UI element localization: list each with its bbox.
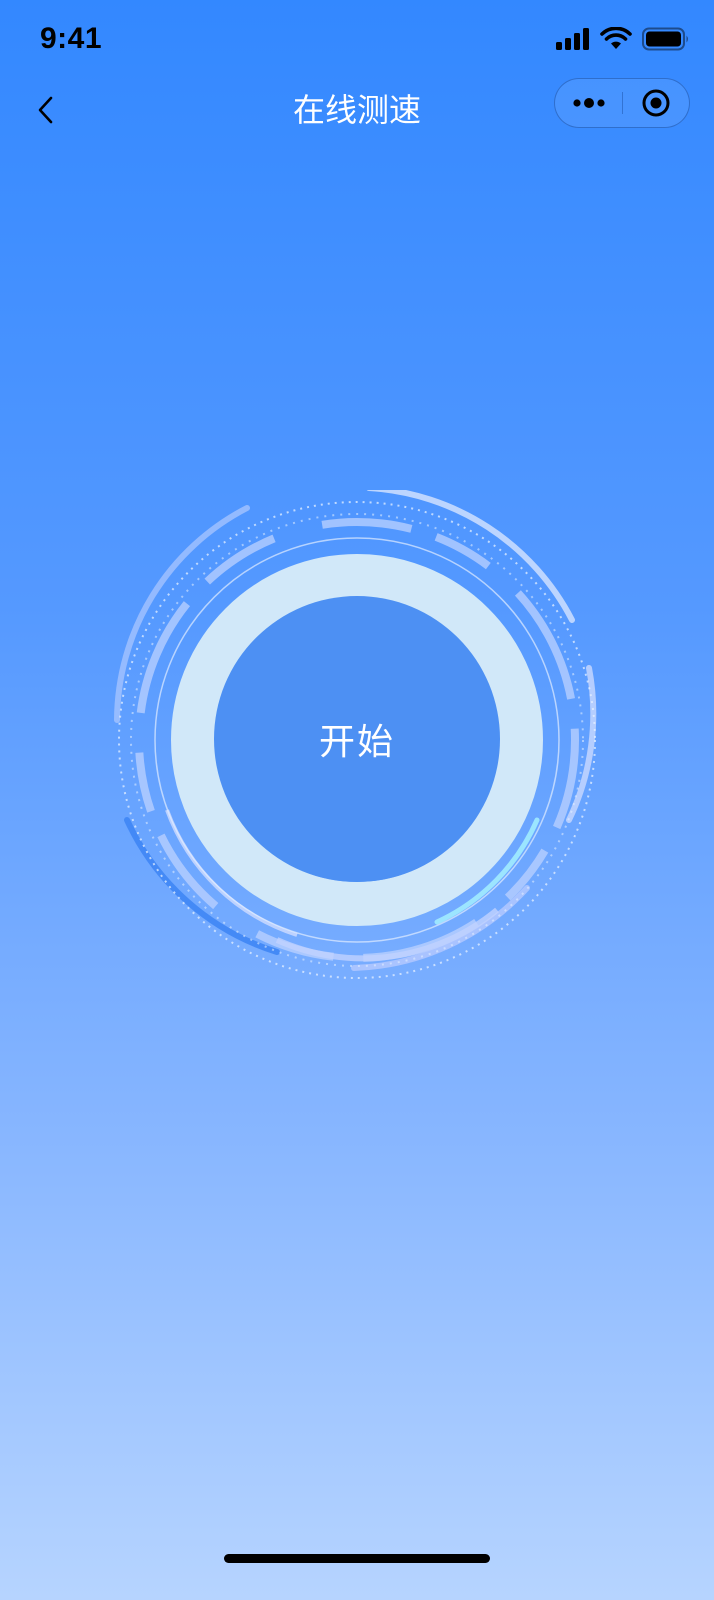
status-icons: [556, 26, 690, 52]
speed-dial: 开始: [107, 490, 607, 990]
signal-icon: [556, 28, 589, 50]
wifi-icon: [600, 27, 632, 49]
status-bar: 9:41: [0, 0, 714, 80]
close-miniprogram-button[interactable]: [623, 79, 689, 127]
start-label: 开始: [318, 722, 395, 763]
start-button[interactable]: 开始: [214, 596, 500, 882]
battery-icon: [642, 27, 688, 51]
home-indicator: [224, 1554, 490, 1563]
nav-bar: 在线测速: [0, 78, 714, 142]
target-close-icon: [642, 89, 670, 117]
menu-capsule: [554, 78, 690, 128]
status-time: 9:41: [40, 22, 103, 55]
more-button[interactable]: [555, 79, 622, 127]
more-dots-icon: [572, 98, 605, 108]
